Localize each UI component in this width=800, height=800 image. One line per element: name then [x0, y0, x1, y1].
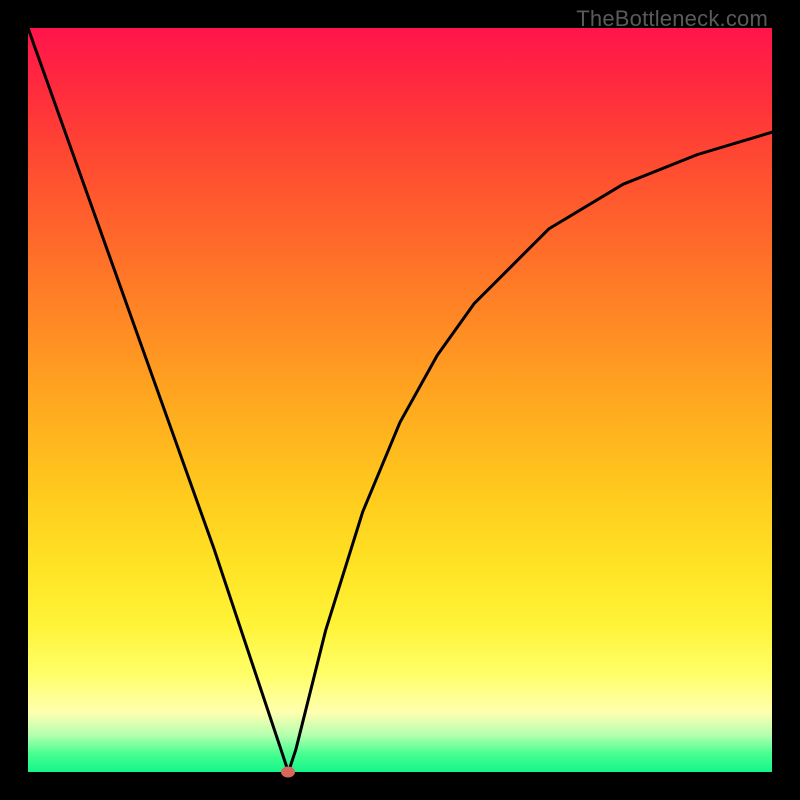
plot-area	[28, 28, 772, 772]
watermark-text: TheBottleneck.com	[576, 6, 768, 32]
bottleneck-curve-path	[28, 28, 772, 772]
curve-svg	[28, 28, 772, 772]
chart-container: TheBottleneck.com	[0, 0, 800, 800]
optimum-marker	[281, 767, 295, 778]
